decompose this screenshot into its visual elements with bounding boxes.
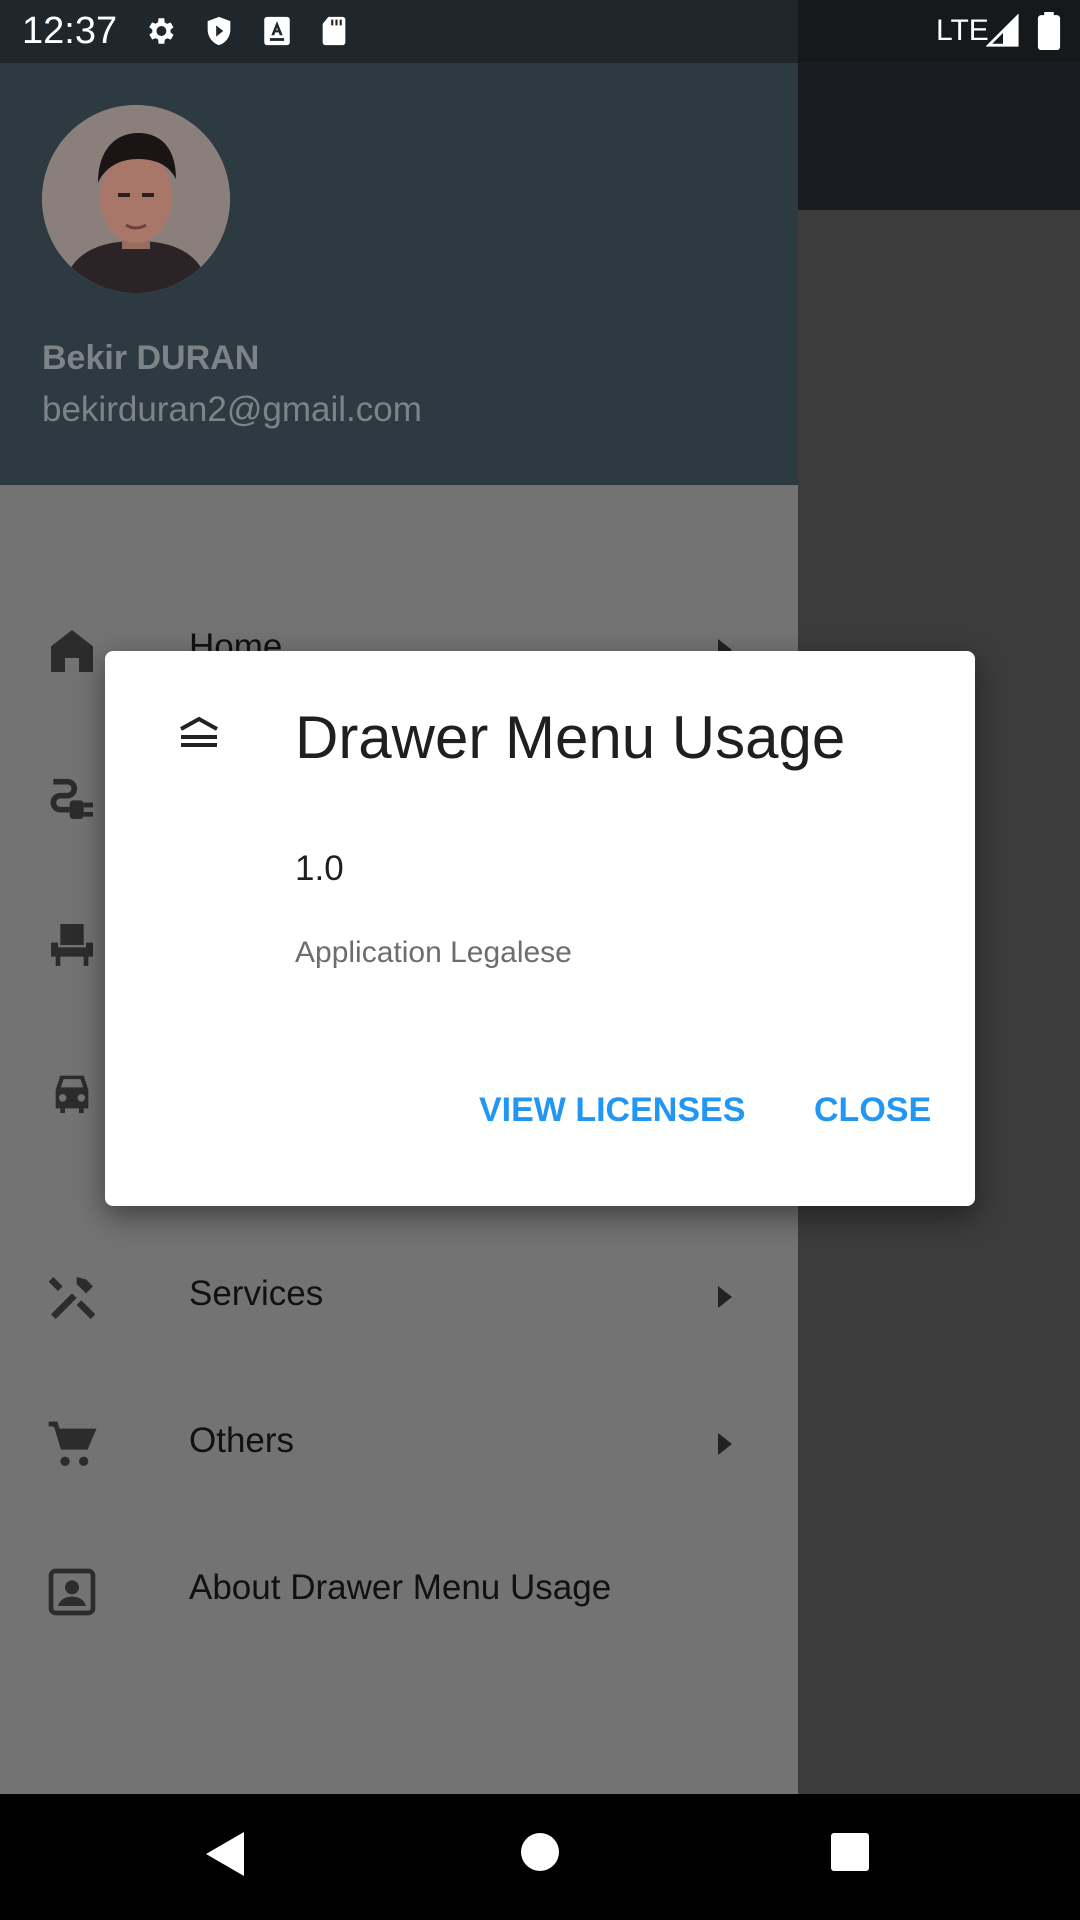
home-icon (51, 630, 93, 672)
drawer-item-label: About Drawer Menu Usage (189, 1568, 612, 1607)
app-bar-behind (798, 63, 1080, 210)
drawer-item-label: Services (189, 1274, 324, 1313)
about-dialog: Drawer Menu Usage 1.0 Application Legale… (105, 651, 975, 1206)
contact-card-icon (48, 1568, 96, 1616)
signal-icon (986, 14, 1019, 47)
chevron-right-icon (718, 1286, 732, 1308)
profile-photo (42, 105, 230, 293)
status-bar: 12:37 LTE (0, 0, 1080, 63)
back-icon[interactable] (204, 1830, 246, 1878)
view-licenses-button[interactable]: VIEW LICENSES (479, 1091, 745, 1130)
user-name: Bekir DURAN (42, 339, 260, 377)
home-button-icon[interactable] (520, 1832, 560, 1872)
dialog-title: Drawer Menu Usage (295, 704, 846, 771)
shield-icon (207, 16, 231, 46)
power-plug-icon (50, 778, 93, 819)
drawer-item-services[interactable]: Services (0, 1232, 798, 1352)
tools-icon (48, 1277, 96, 1319)
drawer-item-label: Others (189, 1421, 295, 1460)
drawer-item-others[interactable]: Others (0, 1379, 798, 1499)
dialog-version: 1.0 (295, 849, 344, 888)
battery-icon (1037, 12, 1061, 50)
sd-card-icon (322, 16, 346, 46)
network-type: LTE (936, 14, 989, 47)
car-icon (55, 1075, 89, 1113)
dialog-legalese: Application Legalese (295, 936, 572, 969)
cart-icon (48, 1421, 97, 1466)
user-email: bekirduran2@gmail.com (42, 390, 422, 429)
gear-icon (149, 18, 174, 44)
avatar[interactable] (42, 105, 230, 293)
chevron-right-icon (718, 1433, 732, 1455)
keyboard-a-icon (264, 16, 290, 46)
recents-icon[interactable] (830, 1832, 870, 1872)
close-button[interactable]: CLOSE (814, 1091, 931, 1130)
status-time: 12:37 (22, 10, 118, 52)
drawer-header: Bekir DURAN bekirduran2@gmail.com (0, 63, 798, 485)
drawer-menu-app-icon (180, 716, 218, 747)
system-navigation-bar (0, 1794, 1080, 1920)
seat-icon (51, 924, 93, 966)
drawer-item-about[interactable]: About Drawer Menu Usage (0, 1526, 798, 1646)
